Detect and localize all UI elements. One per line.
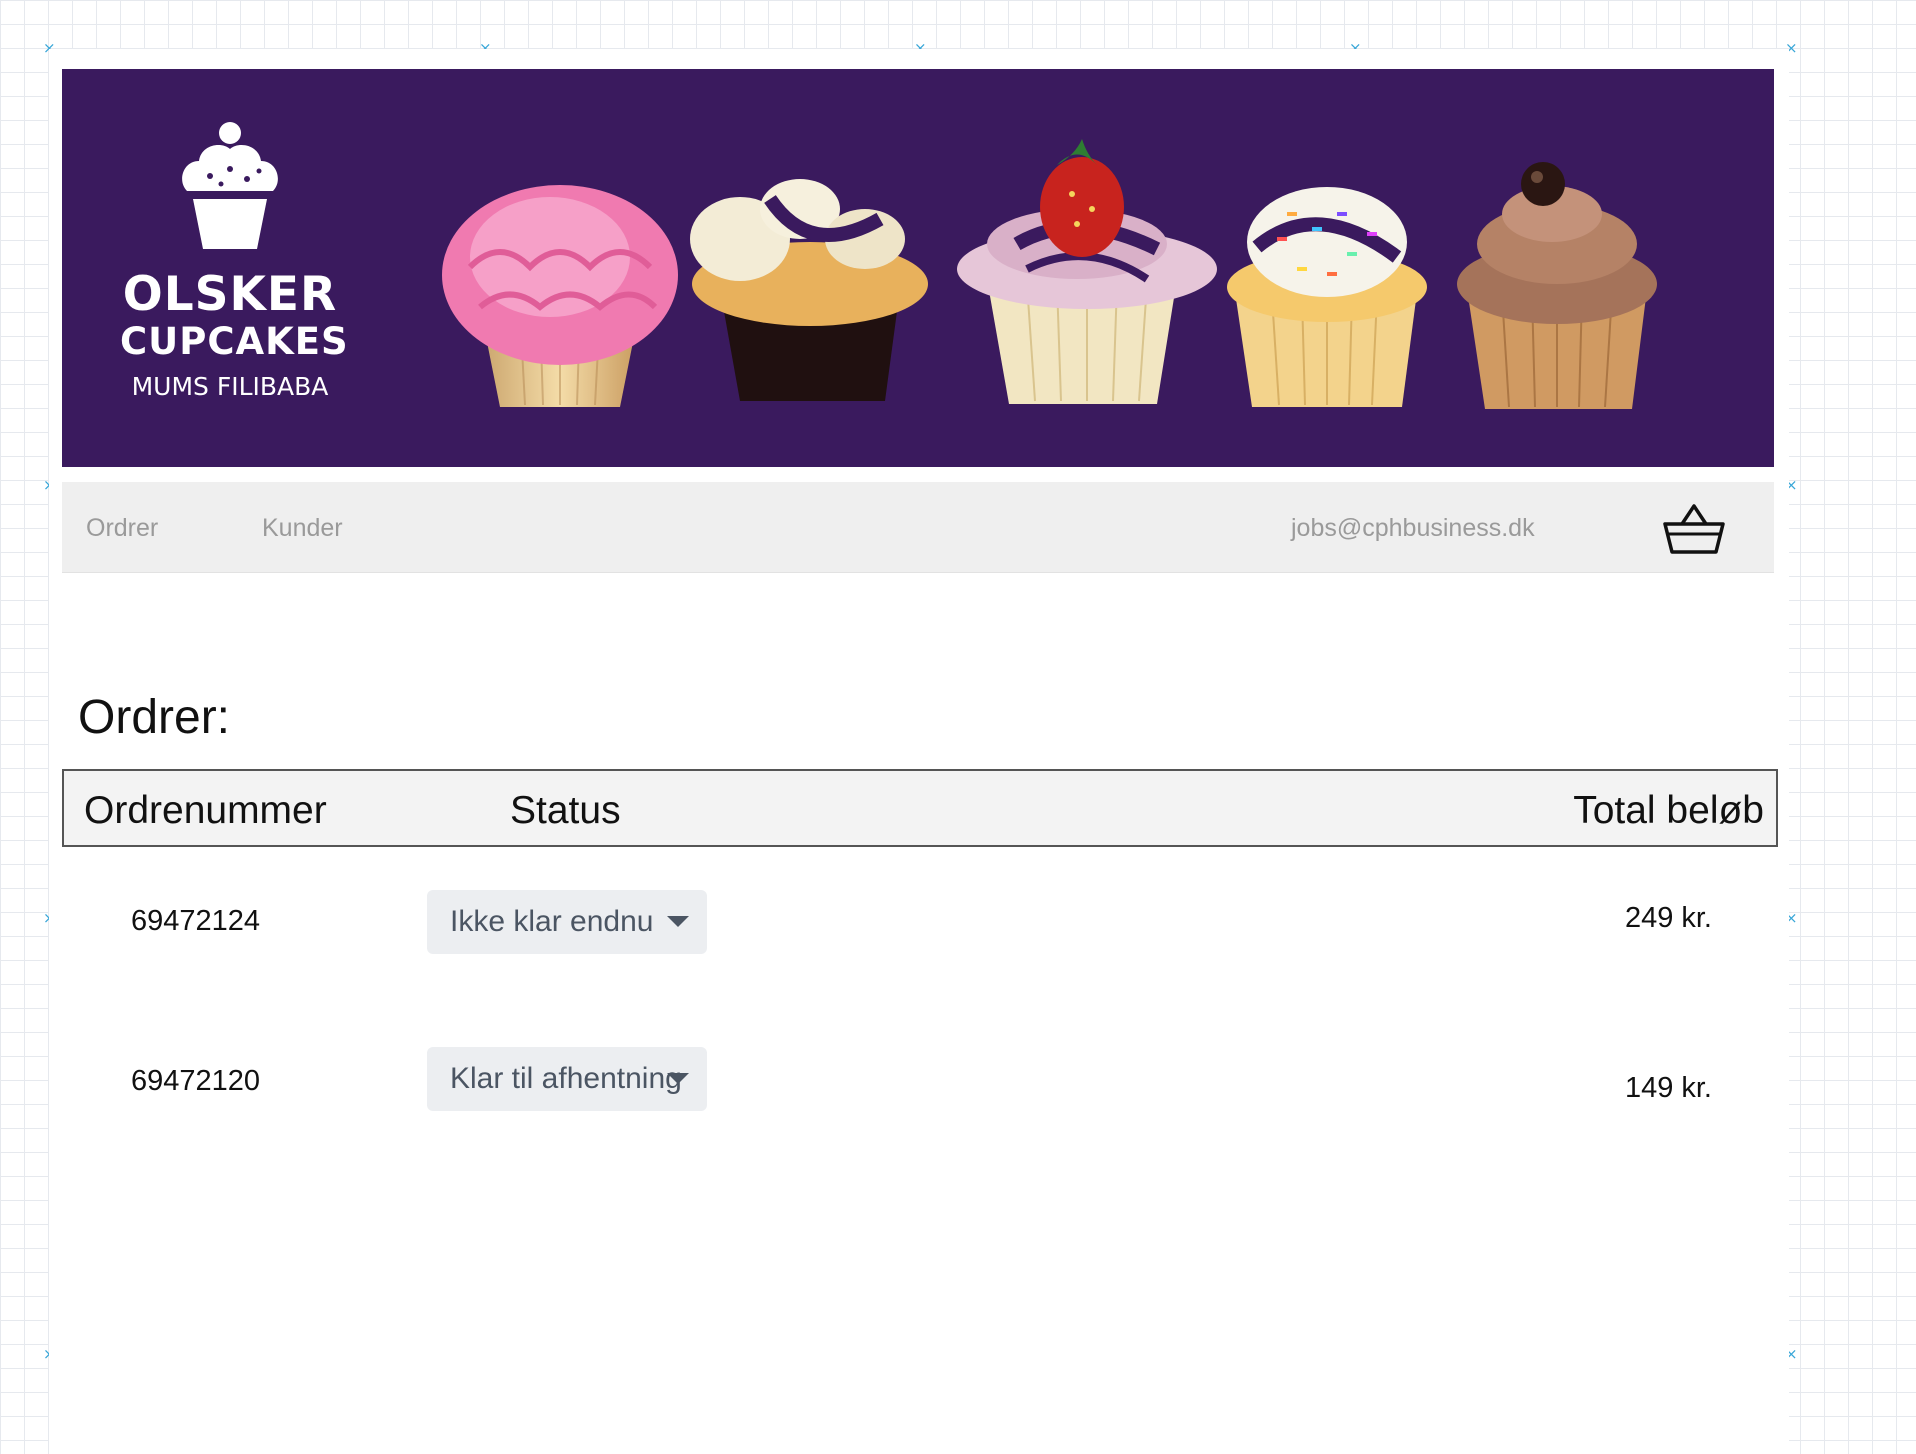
order-total: 249 kr.: [1624, 902, 1712, 934]
cupcake-logo-icon: [182, 122, 278, 249]
cupcake-strawberry-image: [957, 139, 1217, 404]
nav-link-kunder[interactable]: Kunder: [262, 514, 343, 543]
column-header-status: Status: [510, 789, 621, 832]
nav-link-ordrer[interactable]: Ordrer: [86, 514, 158, 543]
brand-name-secondary: CUPCAKES: [120, 320, 349, 363]
user-email[interactable]: jobs@cphbusiness.dk: [1291, 514, 1535, 543]
cupcake-pink-image: [442, 185, 678, 407]
cupcake-sprinkles-image: [1227, 187, 1427, 407]
order-total: 149 kr.: [1624, 1072, 1712, 1104]
basket-icon[interactable]: [1662, 500, 1726, 556]
chevron-down-icon: [667, 916, 689, 927]
column-header-ordrenummer: Ordrenummer: [84, 789, 327, 832]
navbar: Ordrer Kunder jobs@cphbusiness.dk: [62, 482, 1774, 573]
status-select[interactable]: Ikke klar endnu: [427, 890, 707, 954]
cupcake-chocolate-image: [690, 179, 928, 401]
brand-name: OLSKER: [122, 267, 338, 322]
order-number: 69472120: [131, 1065, 261, 1097]
cupcake-mocha-image: [1457, 162, 1657, 409]
order-number: 69472124: [131, 905, 261, 937]
status-select[interactable]: Klar til afhentning: [427, 1047, 707, 1111]
brand-logo: OLSKER CUPCAKES MUMS FILIBABA: [120, 121, 349, 405]
page-title: Ordrer:: [78, 691, 231, 744]
table-header: Ordrenummer Status Total beløb: [62, 769, 1778, 847]
header-banner: OLSKER CUPCAKES MUMS FILIBABA: [62, 69, 1774, 467]
chevron-down-icon: [667, 1073, 689, 1084]
brand-tagline: MUMS FILIBABA: [131, 372, 329, 401]
status-select-value: Klar til afhentning: [450, 1062, 682, 1095]
column-header-total: Total beløb: [1573, 789, 1764, 832]
status-select-value: Ikke klar endnu: [450, 905, 654, 938]
